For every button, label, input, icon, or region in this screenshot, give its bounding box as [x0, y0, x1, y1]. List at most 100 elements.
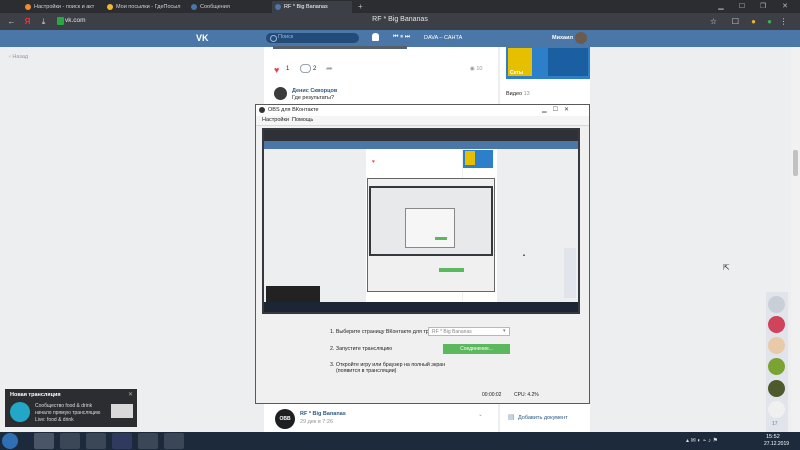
chat-avatar[interactable] [768, 316, 785, 333]
preview-notification [266, 286, 320, 302]
menu-dots-icon[interactable]: ⋮ [778, 16, 789, 27]
chrome-taskbar-icon[interactable] [34, 433, 54, 449]
extension-icon[interactable]: ● [764, 16, 775, 27]
tab-label: Мои посылки - ГдеПосыл [116, 4, 181, 10]
yandex-taskbar-icon[interactable] [138, 433, 158, 449]
connect-button[interactable]: Соединение... [443, 344, 510, 354]
preview-nested-button [435, 237, 447, 240]
preview-nested-window [405, 208, 455, 248]
scrollbar[interactable] [791, 47, 800, 432]
stream-time: 00:00:02 [482, 392, 502, 398]
video-count: 13 [523, 91, 530, 97]
video-label: Видео [506, 91, 523, 97]
preview-browser-chrome [264, 130, 578, 141]
search-placeholder: Поиск [278, 34, 294, 40]
bookmark-icon[interactable]: ☐ [730, 16, 741, 27]
comment-text: Где результаты? [292, 95, 335, 101]
tab-label: Сообщения [200, 4, 230, 10]
notification-line: начало прямую трансляцию [35, 410, 101, 416]
step2-text: 2. Запустите трансляцию [330, 346, 393, 352]
photoshop-taskbar-icon[interactable] [112, 433, 132, 449]
chat-avatar[interactable] [768, 337, 785, 354]
post-date[interactable]: 29 дек в 7:26 [300, 419, 333, 425]
restore-icon[interactable]: ❐ [756, 0, 770, 13]
user-name[interactable]: Михаил [552, 35, 573, 41]
view-count: ◉ 10 [470, 66, 483, 72]
search-icon [270, 35, 277, 42]
chat-avatar[interactable] [768, 401, 785, 418]
parcel-tab-icon [107, 4, 113, 10]
back-link-label: Назад [12, 54, 29, 60]
system-tray[interactable]: ▴ ✉ ◐ ⌁ ♪ ⚑ [686, 437, 718, 444]
new-tab-button[interactable]: + [355, 1, 367, 13]
share-icon[interactable]: ➦ [326, 64, 333, 73]
add-document-link[interactable]: Добавить документ [518, 415, 568, 421]
maximize-icon[interactable]: ☐ [735, 0, 749, 13]
extension-icon[interactable]: ● [748, 16, 759, 27]
tab-label: Настройки - поиск и акт [34, 4, 95, 10]
star-icon[interactable]: ☆ [708, 16, 719, 27]
tab-big-bananas[interactable]: RF * Big Bananas [272, 1, 352, 13]
chevron-down-icon[interactable]: ⌄ [478, 411, 483, 418]
close-icon[interactable]: ✕ [778, 0, 792, 13]
tab-messages[interactable]: Сообщения [188, 1, 268, 13]
step3-note: (появится в трансляции) [336, 368, 397, 374]
tab-parcels[interactable]: Мои посылки - ГдеПосыл [104, 1, 184, 13]
close-icon[interactable]: ✕ [128, 391, 133, 398]
chat-avatar[interactable] [768, 296, 785, 313]
clock-date[interactable]: 27.12.2019 [764, 441, 789, 447]
address-bar[interactable]: vk.com [65, 17, 86, 24]
post-author[interactable]: RF * Big Bananas [300, 411, 346, 417]
tab-settings[interactable]: Настройки - поиск и акт [22, 1, 100, 13]
minimize-icon[interactable]: ▁ [714, 0, 728, 13]
page-title: RF * Big Bananas [372, 16, 428, 23]
like-heart-icon[interactable]: ♥ [274, 65, 279, 75]
comment-author[interactable]: Денис Скворцов [292, 88, 337, 94]
chat-avatar[interactable] [768, 380, 785, 397]
start-button-icon[interactable] [2, 433, 18, 449]
download-icon[interactable]: ⤓ [38, 16, 49, 27]
community-icon [10, 402, 30, 422]
preview-ad-tile [465, 151, 475, 165]
stream-thumbnail [111, 404, 133, 418]
obs-taskbar-icon[interactable] [164, 433, 184, 449]
notification-line: Сообщество food & drink [35, 403, 93, 409]
explorer-taskbar-icon[interactable] [60, 433, 80, 449]
cpu-usage: CPU: 4.2% [514, 392, 539, 398]
comment-count: 2 [313, 66, 317, 72]
mouse-cursor-icon: ⇱ [723, 263, 730, 272]
obs-logo-icon [259, 107, 265, 113]
folder-taskbar-icon[interactable] [86, 433, 106, 449]
view-count-value: 10 [476, 66, 483, 72]
clock-time[interactable]: 15:52 [766, 434, 780, 440]
ad-label: Сеты [510, 70, 524, 76]
preview-chat-sidebar [564, 248, 576, 298]
vk-logo[interactable]: VK [196, 33, 214, 43]
comment-avatar[interactable] [274, 87, 287, 100]
browser-tab-strip: Настройки - поиск и акт Мои посылки - Гд… [0, 0, 800, 13]
page-select-value: RF * Big Bananas [432, 329, 472, 335]
vk-tab-icon [191, 4, 197, 10]
post-media-edge [273, 46, 407, 49]
chat-count: 17 [772, 421, 778, 427]
scrollbar-thumb[interactable] [793, 150, 798, 176]
video-section-title[interactable]: Видео 13 [506, 91, 530, 97]
yandex-icon[interactable]: Я [22, 16, 33, 27]
obs-window-controls[interactable]: ▁☐✕ [542, 106, 575, 113]
comment-icon[interactable] [300, 64, 311, 73]
like-count: 1 [286, 66, 290, 72]
now-playing-track[interactable]: DAVA – САНТА [424, 35, 462, 41]
menu-settings[interactable]: Настройки [262, 117, 289, 123]
preview-cursor-icon: ▲ [522, 252, 526, 257]
avatar[interactable] [575, 32, 587, 44]
preview-taskbar [264, 302, 578, 312]
bell-icon[interactable] [372, 33, 379, 41]
back-link[interactable]: ‹ Назад [9, 54, 28, 60]
community-avatar[interactable]: OBB [275, 409, 295, 429]
vk-tab-icon [275, 4, 281, 10]
obs-title: OBS для ВКонтакте [268, 107, 319, 113]
player-controls[interactable]: ⏮ ⏸ ⏭ [393, 34, 410, 41]
menu-help[interactable]: Помощь [292, 117, 313, 123]
back-arrow-icon[interactable]: ← [6, 16, 17, 27]
chat-avatar[interactable] [768, 358, 785, 375]
